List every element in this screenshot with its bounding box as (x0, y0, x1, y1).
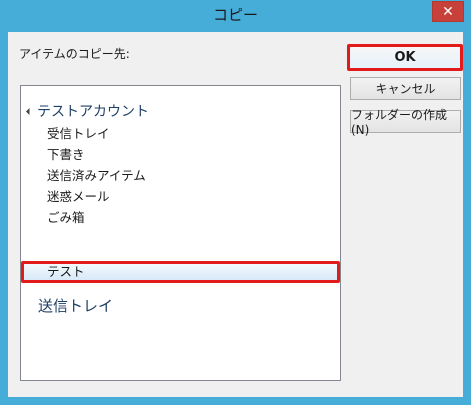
tree-item-outbox[interactable]: 送信トレイ (38, 295, 113, 316)
close-icon: ✕ (442, 3, 454, 20)
tree-root-label: テストアカウント (37, 104, 149, 120)
dialog-body: アイテムのコピー先: テストアカウント 受信トレイ 下書き 送信済みアイテム 迷… (8, 32, 463, 397)
tree-root-account[interactable]: テストアカウント (25, 102, 149, 120)
tree-item-drafts[interactable]: 下書き (47, 146, 85, 164)
expand-triangle-icon[interactable] (25, 107, 34, 115)
folder-tree[interactable]: テストアカウント 受信トレイ 下書き 送信済みアイテム 迷惑メール ごみ箱 テス… (20, 85, 341, 381)
new-folder-button[interactable]: フォルダーの作成(N) (350, 108, 461, 137)
title-bar[interactable]: コピー ✕ (0, 0, 471, 32)
tree-item-sent[interactable]: 送信済みアイテム (47, 167, 146, 185)
window-title: コピー (212, 6, 258, 24)
tree-item-trash[interactable]: ごみ箱 (47, 209, 85, 227)
cancel-button[interactable]: キャンセル (350, 77, 461, 100)
ok-button[interactable]: OK (347, 44, 463, 71)
selection-highlight-frame (21, 261, 340, 283)
close-button[interactable]: ✕ (432, 1, 464, 22)
copy-dialog-window: コピー ✕ アイテムのコピー先: テストアカウント 受信トレイ 下書き 送信済み… (0, 0, 471, 405)
tree-item-inbox[interactable]: 受信トレイ (47, 125, 110, 143)
destination-label: アイテムのコピー先: (19, 47, 130, 61)
tree-item-junk[interactable]: 迷惑メール (47, 188, 110, 206)
